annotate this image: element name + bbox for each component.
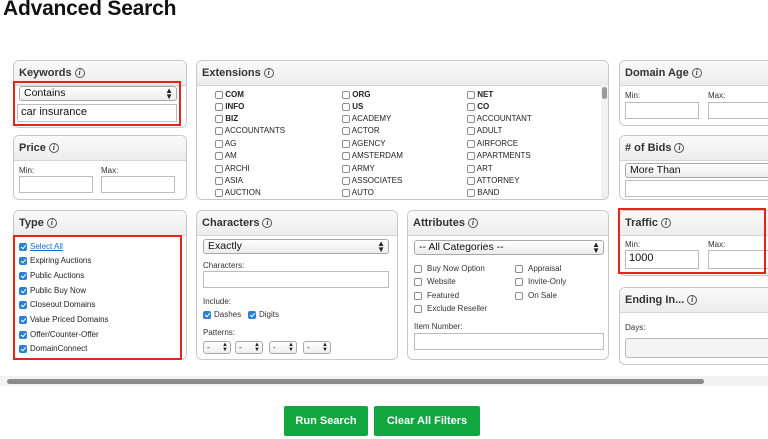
type-title: Type	[19, 217, 44, 229]
info-icon[interactable]: i	[467, 218, 478, 229]
pattern-select-2[interactable]: - ▲ ▼	[235, 341, 263, 354]
ext-am[interactable]: AM	[215, 151, 237, 160]
attr-featured[interactable]: Featured	[414, 291, 459, 300]
ext-amsterdam[interactable]: AMSTERDAM	[342, 151, 403, 160]
ext-org[interactable]: ORG	[342, 90, 370, 99]
info-icon[interactable]: i	[691, 68, 702, 79]
pattern-select-1[interactable]: - ▲ ▼	[203, 341, 231, 354]
characters-panel: Characters i Exactly ▲ ▼ Characters: Includ…	[196, 210, 398, 360]
ext-net[interactable]: NET	[467, 90, 493, 99]
info-icon[interactable]: i	[46, 218, 57, 229]
horizontal-scrollbar[interactable]	[0, 376, 768, 386]
ending-days-label: Days:	[625, 323, 646, 332]
domain-age-panel: Domain Age i Min: Max:	[619, 60, 768, 126]
price-min-label: Min:	[19, 166, 35, 175]
ext-auction[interactable]: AUCTION	[215, 188, 261, 197]
attr-appraisal[interactable]: Appraisal	[515, 264, 561, 273]
category-select[interactable]: -- All Categories -- ▲ ▼	[414, 240, 604, 255]
bids-title: # of Bids	[625, 142, 672, 154]
domain-age-min-label: Min:	[625, 91, 641, 100]
ext-ag[interactable]: AG	[215, 139, 236, 148]
domain-age-max-label: Max:	[708, 91, 726, 100]
ending-title: Ending In...	[625, 294, 685, 306]
price-title: Price	[19, 142, 46, 154]
extensions-list: COM INFO BIZ ACCOUNTANTS AG AM ARCHI ASI…	[197, 85, 608, 199]
attr-website[interactable]: Website	[414, 277, 456, 286]
ext-archi[interactable]: ARCHI	[215, 164, 250, 173]
attr-exclude-reseller[interactable]: Exclude Reseller	[414, 304, 487, 313]
attributes-title: Attributes	[413, 217, 465, 229]
info-icon[interactable]: i	[74, 68, 85, 79]
pattern-select-4[interactable]: - ▲ ▼	[303, 341, 331, 354]
item-number-input[interactable]	[414, 333, 604, 350]
extensions-scrollbar[interactable]	[601, 85, 608, 199]
scrollbar-thumb[interactable]	[7, 379, 704, 384]
ext-associates[interactable]: ASSOCIATES	[342, 176, 402, 185]
price-panel: Price i Min: Max:	[13, 135, 187, 200]
bids-panel: # of Bids i More Than	[619, 135, 768, 200]
keywords-title: Keywords	[19, 67, 72, 79]
ext-academy[interactable]: ACADEMY	[342, 114, 391, 123]
ext-adult[interactable]: ADULT	[467, 126, 502, 135]
ext-apartments[interactable]: APARTMENTS	[467, 151, 531, 160]
pattern-select-3[interactable]: - ▲ ▼	[269, 341, 297, 354]
traffic-highlight	[618, 208, 766, 274]
ext-asia[interactable]: ASIA	[215, 176, 243, 185]
item-number-label: Item Number:	[414, 322, 463, 331]
ext-art[interactable]: ART	[467, 164, 493, 173]
extensions-panel: Extensions i COM INFO BIZ ACCOUNTANTS AG …	[196, 60, 609, 200]
info-icon[interactable]: i	[263, 68, 274, 79]
keywords-highlight	[13, 81, 181, 126]
ext-band[interactable]: BAND	[467, 188, 499, 197]
characters-mode-select[interactable]: Exactly ▲ ▼	[203, 239, 389, 254]
ext-info[interactable]: INFO	[215, 102, 244, 111]
domain-age-min-input[interactable]	[625, 102, 699, 119]
domain-age-title: Domain Age	[625, 67, 689, 79]
price-max-label: Max:	[101, 166, 119, 175]
type-highlight	[13, 235, 182, 360]
ext-us[interactable]: US	[342, 102, 363, 111]
info-icon[interactable]: i	[687, 295, 698, 306]
info-icon[interactable]: i	[48, 143, 59, 154]
info-icon[interactable]: i	[262, 218, 273, 229]
page-title: Advanced Search	[3, 0, 177, 20]
select-arrows-icon: ▲ ▼	[592, 240, 600, 255]
attr-on-sale[interactable]: On Sale	[515, 291, 557, 300]
select-arrows-icon: ▲ ▼	[377, 239, 385, 254]
bids-select[interactable]: More Than	[625, 163, 768, 178]
bids-input[interactable]	[625, 180, 768, 197]
info-icon[interactable]: i	[674, 143, 685, 154]
include-dashes[interactable]: Dashes	[203, 310, 241, 319]
ext-com[interactable]: COM	[215, 90, 244, 99]
characters-title: Characters	[202, 217, 260, 229]
ext-agency[interactable]: AGENCY	[342, 139, 386, 148]
domain-age-max-input[interactable]	[708, 102, 768, 119]
characters-input[interactable]	[203, 271, 389, 288]
price-max-input[interactable]	[101, 176, 175, 193]
ext-biz[interactable]: BIZ	[215, 114, 238, 123]
attr-buy-now-option[interactable]: Buy Now Option	[414, 264, 485, 273]
run-search-button[interactable]: Run Search	[284, 406, 368, 436]
ext-accountants[interactable]: ACCOUNTANTS	[215, 126, 285, 135]
ext-auto[interactable]: AUTO	[342, 188, 374, 197]
ending-panel: Ending In... i Days:	[619, 287, 768, 365]
include-label: Include:	[203, 297, 232, 306]
attr-invite-only[interactable]: Invite-Only	[515, 277, 566, 286]
ext-airforce[interactable]: AIRFORCE	[467, 139, 518, 148]
attributes-panel: Attributes i -- All Categories -- ▲ ▼ Buy N…	[407, 210, 609, 360]
ext-co[interactable]: CO	[467, 102, 489, 111]
ext-attorney[interactable]: ATTORNEY	[467, 176, 520, 185]
ending-days-input[interactable]	[625, 338, 768, 358]
clear-all-filters-button[interactable]: Clear All Filters	[374, 406, 480, 436]
ext-accountant[interactable]: ACCOUNTANT	[467, 114, 532, 123]
patterns-label: Patterns:	[203, 328, 236, 337]
scrollbar-thumb[interactable]	[602, 87, 607, 99]
characters-label: Characters:	[203, 261, 245, 270]
include-digits[interactable]: Digits	[248, 310, 279, 319]
price-min-input[interactable]	[19, 176, 93, 193]
extensions-title: Extensions	[202, 67, 261, 79]
ext-army[interactable]: ARMY	[342, 164, 375, 173]
ext-actor[interactable]: ACTOR	[342, 126, 380, 135]
